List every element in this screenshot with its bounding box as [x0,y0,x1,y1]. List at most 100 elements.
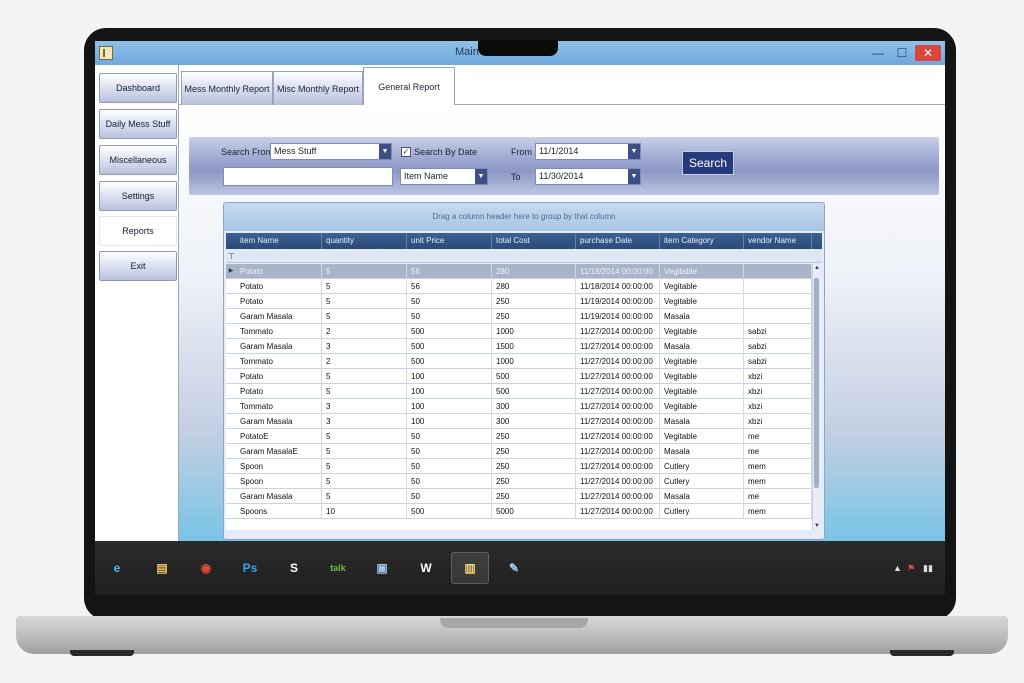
table-cell[interactable]: sabzi [744,339,812,354]
table-cell[interactable]: 5 [322,279,407,294]
table-cell[interactable]: 500 [492,369,576,384]
row-selector-icon[interactable] [226,279,236,294]
table-cell[interactable]: 50 [407,429,492,444]
table-cell[interactable]: Cutlery [660,504,744,519]
table-cell[interactable]: 11/27/2014 00:00:00 [576,474,660,489]
table-cell[interactable]: Vegitable [660,294,744,309]
table-cell[interactable]: 250 [492,309,576,324]
table-row[interactable]: Tommato 2 500 1000 11/27/2014 00:00:00 Vegita… [226,324,812,339]
table-cell[interactable]: me [744,489,812,504]
table-cell[interactable]: 5 [322,429,407,444]
table-cell[interactable]: 11/27/2014 00:00:00 [576,489,660,504]
group-by-panel[interactable]: Drag a column header here to group by th… [224,203,824,231]
table-cell[interactable]: 50 [407,294,492,309]
table-cell[interactable]: xbzi [744,384,812,399]
table-cell[interactable]: Vegitable [660,399,744,414]
row-selector-icon[interactable] [226,354,236,369]
table-cell[interactable] [744,294,812,309]
photoshop-icon[interactable]: Ps [231,552,269,584]
table-cell[interactable]: 5 [322,309,407,324]
table-cell[interactable]: 11/27/2014 00:00:00 [576,504,660,519]
tab-misc-monthly-report[interactable]: Misc Monthly Report [273,71,363,105]
table-cell[interactable]: Vegitable [660,264,744,279]
table-cell[interactable]: 100 [407,399,492,414]
search-from-select[interactable]: Mess Stuff ▼ [270,143,392,160]
table-cell[interactable]: Vegitable [660,354,744,369]
table-cell[interactable]: Vegitable [660,429,744,444]
table-cell[interactable]: 11/27/2014 00:00:00 [576,339,660,354]
table-cell[interactable]: xbzi [744,399,812,414]
table-cell[interactable]: me [744,444,812,459]
scroll-thumb[interactable] [814,278,819,488]
file-explorer-icon[interactable]: ▤ [143,552,181,584]
row-selector-icon[interactable] [226,429,236,444]
table-cell[interactable]: Spoon [236,459,322,474]
row-selector-icon[interactable] [226,294,236,309]
table-row[interactable]: Garam Masala 5 50 250 11/27/2014 00:00:00 Mas… [226,489,812,504]
table-cell[interactable]: 5 [322,489,407,504]
from-date-picker[interactable]: 11/1/2014 ▼ [535,143,641,160]
table-cell[interactable]: 11/27/2014 00:00:00 [576,384,660,399]
table-cell[interactable]: Vegitable [660,384,744,399]
word-icon[interactable]: W [407,552,445,584]
mess-app-icon[interactable]: ▥ [451,552,489,584]
column-header-total-cost[interactable]: total Cost [492,233,576,249]
table-cell[interactable]: Masala [660,489,744,504]
sidebar-item-exit[interactable]: Exit [99,251,177,281]
table-cell[interactable]: 10 [322,504,407,519]
table-cell[interactable]: xbzi [744,414,812,429]
table-cell[interactable]: 500 [407,339,492,354]
table-cell[interactable]: 2 [322,354,407,369]
talk-icon[interactable]: talk [319,552,357,584]
search-input[interactable] [223,167,393,186]
table-row[interactable]: Spoon 5 50 250 11/27/2014 00:00:00 Cutlery mem [226,459,812,474]
paint-icon[interactable]: ✎ [495,552,533,584]
table-cell[interactable]: 11/27/2014 00:00:00 [576,369,660,384]
table-cell[interactable]: 500 [407,504,492,519]
column-header-item-name[interactable]: item Name [236,233,322,249]
table-cell[interactable]: Vegitable [660,279,744,294]
table-cell[interactable]: Garam Masala [236,339,322,354]
row-selector-icon[interactable] [226,474,236,489]
table-cell[interactable]: 250 [492,489,576,504]
table-cell[interactable]: 250 [492,474,576,489]
table-row[interactable]: Garam Masala 5 50 250 11/19/2014 00:00:00 Mas… [226,309,812,324]
column-header-vendor-name[interactable]: vendor Name [744,233,812,249]
table-cell[interactable]: mem [744,474,812,489]
table-row[interactable]: Potato 5 50 250 11/19/2014 00:00:00 Vegitable [226,294,812,309]
table-cell[interactable]: xbzi [744,369,812,384]
table-cell[interactable]: Garam Masala [236,309,322,324]
tab-mess-monthly-report[interactable]: Mess Monthly Report [181,71,273,105]
table-row[interactable]: Tommato 2 500 1000 11/27/2014 00:00:00 Vegita… [226,354,812,369]
sidebar-item-daily-mess-stuff[interactable]: Daily Mess Stuff [99,109,177,139]
row-selector-icon[interactable] [226,414,236,429]
table-cell[interactable]: 1500 [492,339,576,354]
column-header-purchase-date[interactable]: purchase Date [576,233,660,249]
column-header-quantity[interactable]: quantity [322,233,407,249]
table-cell[interactable]: Potato [236,264,322,279]
table-cell[interactable]: Tommato [236,399,322,414]
table-cell[interactable]: 250 [492,429,576,444]
sidebar-item-settings[interactable]: Settings [99,181,177,211]
table-cell[interactable]: 11/27/2014 00:00:00 [576,444,660,459]
table-cell[interactable]: 250 [492,444,576,459]
table-cell[interactable]: 56 [407,264,492,279]
table-cell[interactable]: Masala [660,339,744,354]
row-selector-icon[interactable] [226,324,236,339]
table-cell[interactable]: 500 [407,324,492,339]
table-cell[interactable]: 5 [322,369,407,384]
table-cell[interactable]: 5000 [492,504,576,519]
tray-network-icon[interactable]: ▮▮ [923,563,933,574]
scroll-down-icon[interactable]: ▼ [813,523,821,529]
table-cell[interactable]: 11/18/2014 00:00:00 [576,264,660,279]
table-cell[interactable]: 500 [492,384,576,399]
row-selector-icon[interactable] [226,384,236,399]
table-cell[interactable]: Tommato [236,354,322,369]
virtualbox-icon[interactable]: ▣ [363,552,401,584]
table-cell[interactable]: 100 [407,369,492,384]
sidebar-item-dashboard[interactable]: Dashboard [99,73,177,103]
table-row[interactable]: Garam Masala 3 100 300 11/27/2014 00:00:00 Ma… [226,414,812,429]
table-cell[interactable]: 250 [492,459,576,474]
table-cell[interactable]: 11/27/2014 00:00:00 [576,354,660,369]
table-cell[interactable]: 5 [322,384,407,399]
